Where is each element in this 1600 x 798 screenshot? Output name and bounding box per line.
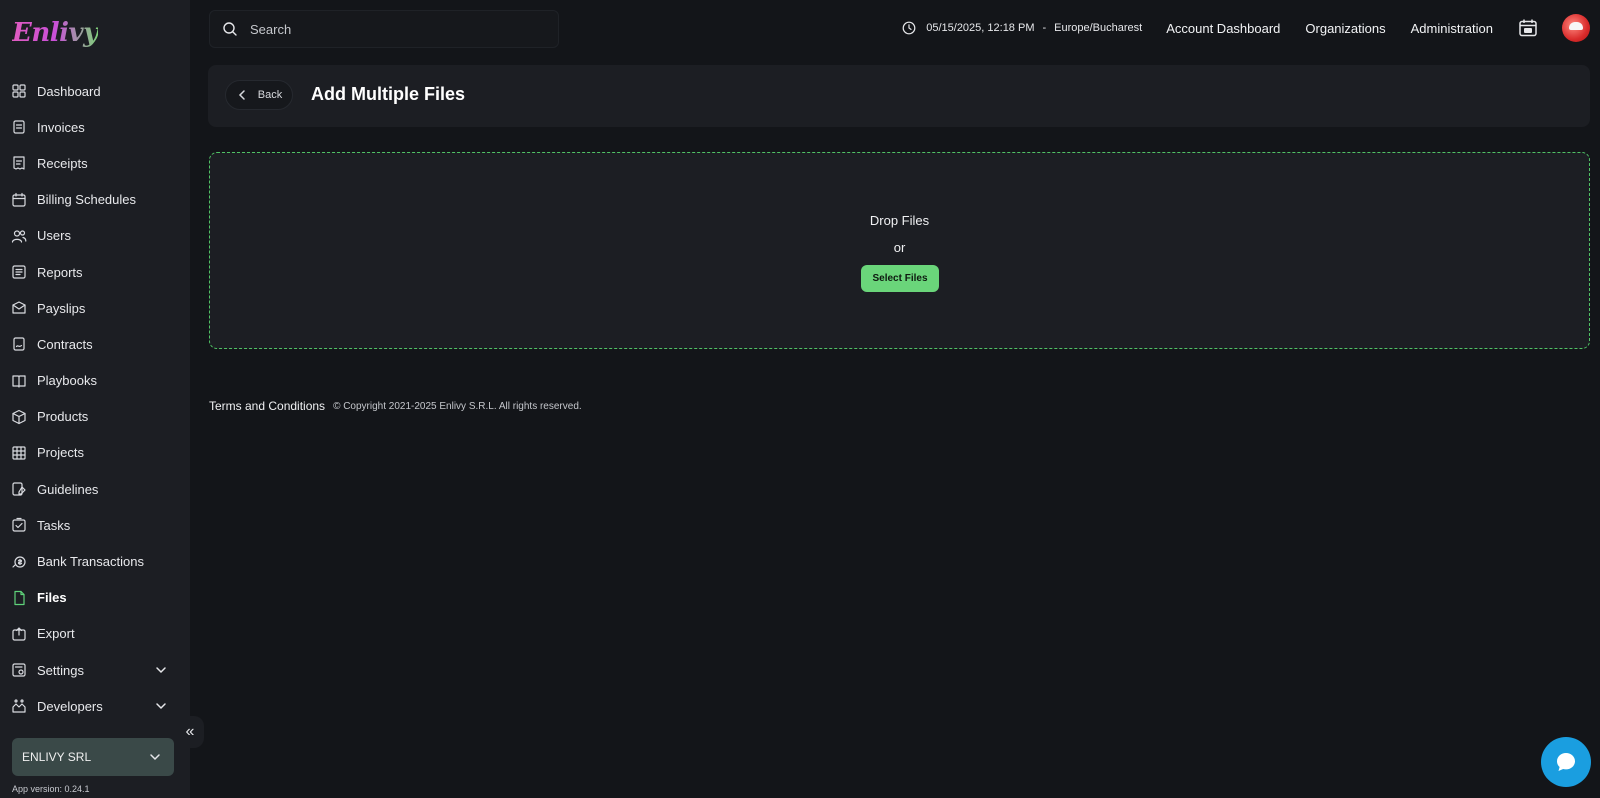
datetime-separator: - xyxy=(1042,22,1047,34)
sidebar-item-label: Tasks xyxy=(37,517,71,533)
sidebar-item-label: Receipts xyxy=(37,155,88,171)
sidebar-item-label: Users xyxy=(37,228,71,244)
sidebar-item-label: Contracts xyxy=(37,336,93,352)
file-icon xyxy=(11,590,27,606)
user-avatar[interactable] xyxy=(1562,14,1590,42)
billing-schedule-icon xyxy=(11,192,27,208)
back-button[interactable]: Back xyxy=(225,80,293,110)
sidebar-item-settings[interactable]: Settings xyxy=(0,652,190,688)
bank-transactions-icon xyxy=(11,554,27,570)
clock-icon xyxy=(902,21,916,35)
sidebar-item-billing-schedules[interactable]: Billing Schedules xyxy=(0,182,190,218)
timezone[interactable]: Europe/Bucharest xyxy=(1054,22,1142,34)
terms-link[interactable]: Terms and Conditions xyxy=(209,399,325,413)
contract-icon xyxy=(11,336,27,352)
dashboard-icon xyxy=(11,83,27,99)
double-chevron-left-icon: « xyxy=(185,723,195,740)
sidebar-item-label: Invoices xyxy=(37,119,85,135)
product-box-icon xyxy=(11,409,27,425)
developers-icon xyxy=(11,698,27,714)
chevron-down-icon[interactable] xyxy=(154,699,168,713)
sidebar: Enlivy Dashboard Invoices Receipts Billing … xyxy=(0,0,204,798)
sidebar-item-label: Billing Schedules xyxy=(37,192,137,208)
chevron-down-icon xyxy=(150,754,160,761)
search-bar[interactable] xyxy=(209,10,559,48)
sidebar-item-label: Reports xyxy=(37,264,83,280)
sidebar-item-products[interactable]: Products xyxy=(0,399,190,435)
select-files-button[interactable]: Select Files xyxy=(861,265,939,292)
sidebar-item-contracts[interactable]: Contracts xyxy=(0,326,190,362)
organization-select[interactable]: ENLIVY SRL xyxy=(12,738,174,776)
current-datetime: 05/15/2025, 12:18 PM xyxy=(926,22,1035,34)
chat-button[interactable] xyxy=(1541,737,1591,787)
sidebar-item-invoices[interactable]: Invoices xyxy=(0,109,190,145)
app-root: Enlivy Dashboard Invoices Receipts Billing … xyxy=(0,0,1600,798)
header-right: 05/15/2025, 12:18 PM - Europe/Bucharest … xyxy=(902,0,1600,56)
settings-icon xyxy=(11,662,27,678)
playbook-icon xyxy=(11,373,27,389)
sidebar-item-dashboard[interactable]: Dashboard xyxy=(0,73,190,109)
guidelines-icon xyxy=(11,481,27,497)
sidebar-item-playbooks[interactable]: Playbooks xyxy=(0,363,190,399)
sidebar-item-label: Dashboard xyxy=(37,83,101,99)
sidebar-item-label: Export xyxy=(37,626,75,642)
footer: Terms and Conditions © Copyright 2021-20… xyxy=(209,399,582,413)
receipt-icon xyxy=(11,155,27,171)
reports-icon xyxy=(11,264,27,280)
calendar-icon[interactable] xyxy=(1518,18,1538,38)
projects-icon xyxy=(11,445,27,461)
sidebar-item-receipts[interactable]: Receipts xyxy=(0,145,190,181)
tasks-icon xyxy=(11,517,27,533)
sidebar-item-projects[interactable]: Projects xyxy=(0,435,190,471)
sidebar-nav: Dashboard Invoices Receipts Billing Schedul… xyxy=(0,73,190,724)
sidebar-item-reports[interactable]: Reports xyxy=(0,254,190,290)
account-dashboard-link[interactable]: Account Dashboard xyxy=(1166,21,1280,36)
page-header: Back Add Multiple Files xyxy=(208,65,1590,127)
search-input[interactable] xyxy=(250,21,530,37)
file-dropzone[interactable]: Drop Files or Select Files xyxy=(209,152,1590,349)
administration-link[interactable]: Administration xyxy=(1411,21,1493,36)
payslip-icon xyxy=(11,300,27,316)
drop-or-text: or xyxy=(893,240,906,255)
organization-name: ENLIVY SRL xyxy=(22,750,92,764)
collapse-sidebar-button[interactable]: « xyxy=(176,716,204,748)
sidebar-item-developers[interactable]: Developers xyxy=(0,688,190,724)
drop-files-text: Drop Files xyxy=(869,213,930,228)
sidebar-item-users[interactable]: Users xyxy=(0,218,190,254)
sidebar-item-label: Projects xyxy=(37,445,84,461)
chat-bubble-icon xyxy=(1557,753,1575,771)
page-title: Add Multiple Files xyxy=(311,84,466,104)
sidebar-item-files[interactable]: Files xyxy=(0,580,190,616)
sidebar-item-label: Bank Transactions xyxy=(37,554,144,570)
copyright-text: © Copyright 2021-2025 Enlivy S.R.L. All … xyxy=(333,400,582,412)
sidebar-item-export[interactable]: Export xyxy=(0,616,190,652)
chevron-down-icon[interactable] xyxy=(154,663,168,677)
sidebar-item-label: Files xyxy=(37,590,67,606)
app-version: App version: 0.24.1 xyxy=(12,784,90,794)
sidebar-item-guidelines[interactable]: Guidelines xyxy=(0,471,190,507)
search-icon xyxy=(223,22,237,36)
export-icon xyxy=(11,626,27,642)
sidebar-item-label: Products xyxy=(37,409,89,425)
sidebar-item-tasks[interactable]: Tasks xyxy=(0,507,190,543)
sidebar-item-label: Guidelines xyxy=(37,481,99,497)
sidebar-item-bank-transactions[interactable]: Bank Transactions xyxy=(0,543,190,579)
sidebar-item-payslips[interactable]: Payslips xyxy=(0,290,190,326)
sidebar-item-label: Settings xyxy=(37,662,84,678)
clock: 05/15/2025, 12:18 PM - Europe/Bucharest xyxy=(902,21,1142,35)
invoice-icon xyxy=(11,119,27,135)
users-icon xyxy=(11,228,27,244)
chevron-left-icon xyxy=(238,90,245,100)
back-label: Back xyxy=(257,89,283,101)
sidebar-item-label: Payslips xyxy=(37,300,86,316)
sidebar-item-label: Playbooks xyxy=(37,373,97,389)
organizations-link[interactable]: Organizations xyxy=(1305,21,1385,36)
brand-logo[interactable]: Enlivy xyxy=(12,18,98,48)
sidebar-item-label: Developers xyxy=(37,698,103,714)
